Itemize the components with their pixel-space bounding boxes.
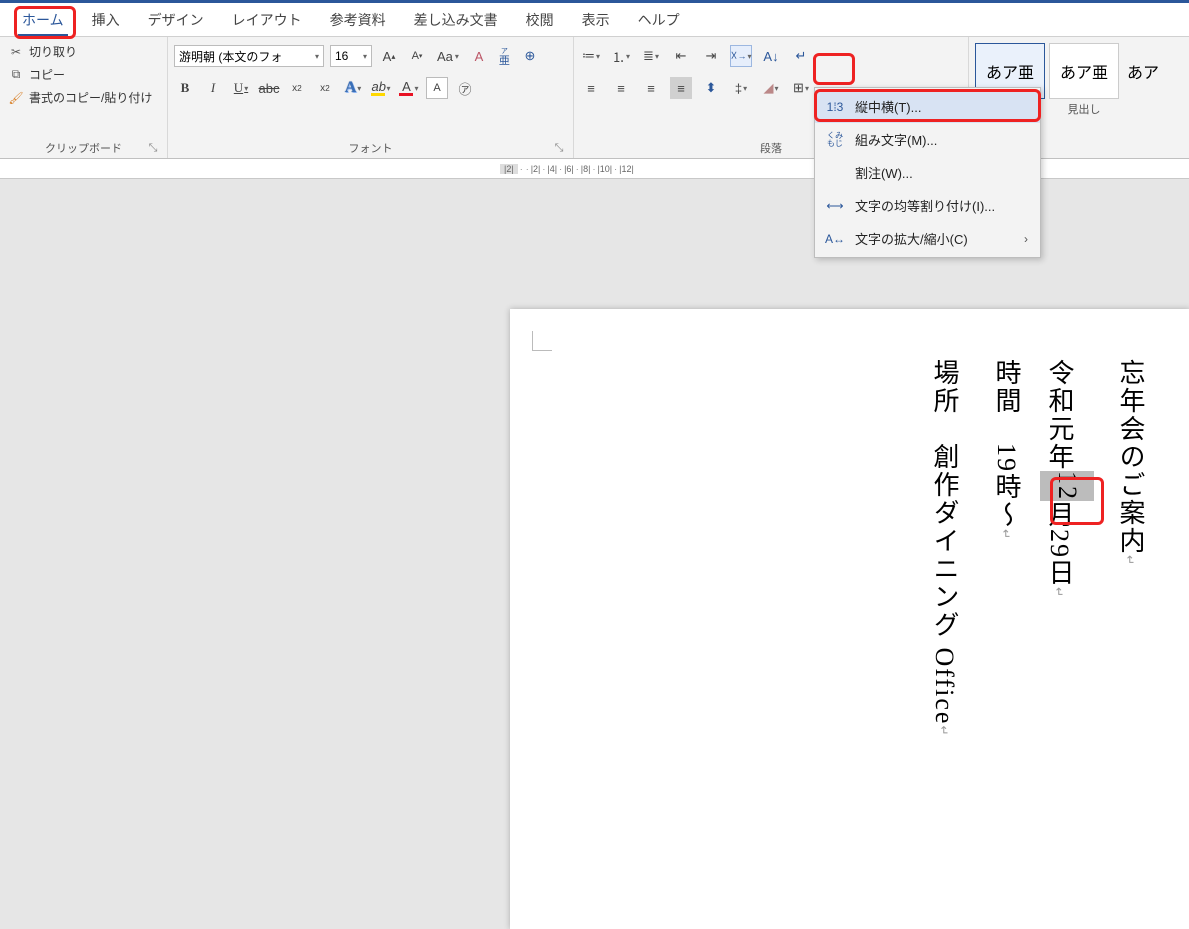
tatechuyoko-icon: 1⁞3 <box>825 98 845 116</box>
tab-layout[interactable]: レイアウト <box>218 4 316 36</box>
align-right-button[interactable]: ≡ <box>640 77 662 99</box>
bullets-button[interactable]: ≔▾ <box>580 45 602 67</box>
borders-button[interactable]: ⊞▾ <box>790 77 812 99</box>
subscript-button[interactable]: x2 <box>286 77 308 99</box>
menu-fit-width-label: 文字の均等割り付け(I)... <box>855 196 995 215</box>
menu-kumimoji[interactable]: くみもじ 組み文字(M)... <box>815 123 1040 156</box>
doc-line-4: 場所 創作ダイニング Office↵ <box>918 359 970 738</box>
style-no-spacing[interactable]: あア亜 <box>1049 43 1119 99</box>
tab-view[interactable]: 表示 <box>568 4 624 36</box>
format-painter-label: 書式のコピー/貼り付け <box>29 89 152 106</box>
workspace: 忘年会のご案内↵ 令和元年12月29日↵ 時間 19時～↵ 場所 創作ダイニング… <box>0 179 1189 779</box>
font-size-value: 16 <box>335 49 348 63</box>
show-marks-button[interactable]: ↵ <box>790 45 812 67</box>
paragraph-group-label: 段落 <box>760 143 782 155</box>
enclose-circle-button[interactable]: ㋐ <box>454 77 476 99</box>
tab-help[interactable]: ヘルプ <box>624 4 694 36</box>
document-page[interactable]: 忘年会のご案内↵ 令和元年12月29日↵ 時間 19時～↵ 場所 創作ダイニング… <box>510 309 1189 929</box>
menu-tatechuyoko-label: 縦中横(T)... <box>855 97 921 116</box>
font-dialog-launcher[interactable]: ⤡ <box>553 142 565 154</box>
char-shading-button[interactable]: A <box>426 77 448 99</box>
menu-warichu-label: 割注(W)... <box>855 163 913 182</box>
style-normal-sample: あア亜 <box>986 59 1034 83</box>
tab-insert[interactable]: 挿入 <box>78 4 134 36</box>
chevron-down-icon: ▾ <box>315 52 319 61</box>
italic-button[interactable]: I <box>202 77 224 99</box>
style-extra-sample: あア <box>1127 59 1159 83</box>
kumimoji-icon: くみもじ <box>825 131 845 149</box>
tab-mailings[interactable]: 差し込み文書 <box>400 4 512 36</box>
decrease-font-button[interactable]: A▾ <box>406 45 428 67</box>
style-nospace-sample: あア亜 <box>1060 59 1108 83</box>
copy-label: コピー <box>29 66 65 83</box>
font-size-select[interactable]: 16 ▾ <box>330 45 372 67</box>
ribbon-tabs: ホーム 挿入 デザイン レイアウト 参考資料 差し込み文書 校閲 表示 ヘルプ <box>0 3 1189 37</box>
cut-label: 切り取り <box>29 43 77 60</box>
doc-line-2: 令和元年12月29日↵ <box>1033 359 1094 599</box>
copy-icon: ⧉ <box>8 67 24 83</box>
menu-kumimoji-label: 組み文字(M)... <box>855 130 937 149</box>
format-painter-button[interactable]: 🖌 書式のコピー/貼り付け <box>6 87 161 108</box>
superscript-button[interactable]: x2 <box>314 77 336 99</box>
margin-corner-mark <box>532 331 552 351</box>
change-case-button[interactable]: Aa▾ <box>434 45 462 67</box>
style-tile-label-2: 見出し <box>1049 101 1119 117</box>
font-color-button[interactable]: A▾ <box>398 77 420 99</box>
clipboard-group-label: クリップボード <box>45 143 122 155</box>
chevron-right-icon: › <box>1024 232 1028 246</box>
strike-button[interactable]: abc <box>258 77 280 99</box>
clipboard-dialog-launcher[interactable]: ⤡ <box>147 142 159 154</box>
clear-format-button[interactable]: A <box>468 45 490 67</box>
tab-home[interactable]: ホーム <box>8 4 78 36</box>
increase-font-button[interactable]: A▴ <box>378 45 400 67</box>
style-more[interactable]: あア <box>1123 43 1163 99</box>
menu-fit-width[interactable]: ⟷ 文字の均等割り付け(I)... <box>815 189 1040 222</box>
align-center-button[interactable]: ≡ <box>610 77 632 99</box>
menu-tatechuyoko[interactable]: 1⁞3 縦中横(T)... <box>815 90 1040 123</box>
bold-button[interactable]: B <box>174 77 196 99</box>
asian-layout-button[interactable]: ☓→▾ <box>730 45 752 67</box>
distribute-button[interactable]: ⬍ <box>700 77 722 99</box>
sort-button[interactable]: A↓ <box>760 45 782 67</box>
doc-line-1: 忘年会のご案内↵ <box>1104 359 1156 567</box>
enclose-char-button[interactable]: ⊕ <box>519 45 541 67</box>
brush-icon: 🖌 <box>8 90 24 106</box>
text-effects-button[interactable]: A▾ <box>342 77 364 99</box>
doc-line-3: 時間 19時～↵ <box>980 359 1032 541</box>
font-name-value: 游明朝 (本文のフォ <box>179 48 282 65</box>
phonetic-guide-button[interactable]: ア亜 <box>496 45 513 67</box>
line-spacing-button[interactable]: ‡▾ <box>730 77 752 99</box>
shading-button[interactable]: ◢▾ <box>760 77 782 99</box>
warichu-icon <box>825 164 845 182</box>
align-left-button[interactable]: ≡ <box>580 77 602 99</box>
menu-scale-label: 文字の拡大/縮小(C) <box>855 229 968 248</box>
font-group-label: フォント <box>349 143 393 155</box>
menu-warichu[interactable]: 割注(W)... <box>815 156 1040 189</box>
chevron-down-icon: ▾ <box>363 52 367 61</box>
scissors-icon: ✂ <box>8 44 24 60</box>
cut-button[interactable]: ✂ 切り取り <box>6 41 161 62</box>
fit-width-icon: ⟷ <box>825 197 845 215</box>
highlight-button[interactable]: ab▾ <box>370 77 392 99</box>
tab-design[interactable]: デザイン <box>134 4 218 36</box>
asian-layout-menu: 1⁞3 縦中横(T)... くみもじ 組み文字(M)... 割注(W)... ⟷… <box>814 87 1041 258</box>
tab-review[interactable]: 校閲 <box>512 4 568 36</box>
underline-button[interactable]: U▾ <box>230 77 252 99</box>
copy-button[interactable]: ⧉ コピー <box>6 64 161 85</box>
multilevel-button[interactable]: ≣▾ <box>640 45 662 67</box>
decrease-indent-button[interactable]: ⇤ <box>670 45 692 67</box>
menu-scale[interactable]: A↔ 文字の拡大/縮小(C) › <box>815 222 1040 255</box>
increase-indent-button[interactable]: ⇥ <box>700 45 722 67</box>
selected-number-12: 12 <box>1040 471 1094 501</box>
numbering-button[interactable]: ⒈▾ <box>610 45 632 67</box>
justify-button[interactable]: ≡ <box>670 77 692 99</box>
tab-references[interactable]: 参考資料 <box>316 4 400 36</box>
scale-icon: A↔ <box>825 230 845 248</box>
font-name-select[interactable]: 游明朝 (本文のフォ ▾ <box>174 45 324 67</box>
